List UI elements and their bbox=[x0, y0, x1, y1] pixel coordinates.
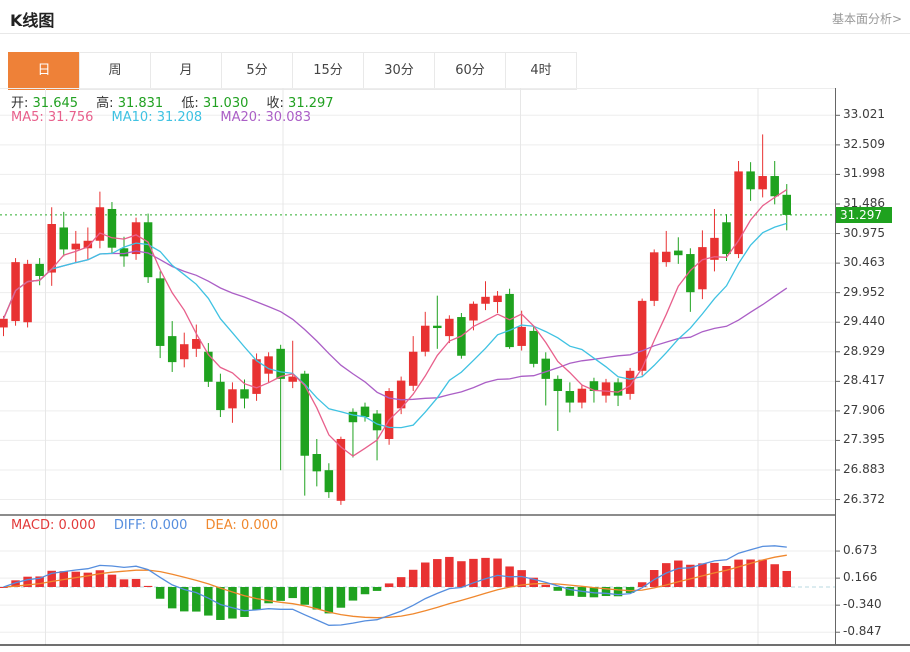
ma5-value: 31.756 bbox=[47, 110, 94, 125]
high-value: 31.831 bbox=[117, 96, 164, 111]
price-axis-label: 28.417 bbox=[843, 373, 885, 388]
price-axis-label: 30.463 bbox=[843, 255, 885, 270]
price-axis-label: 32.509 bbox=[843, 136, 885, 151]
price-axis-label: 31.998 bbox=[843, 166, 885, 181]
macd-label: MACD: bbox=[11, 518, 55, 533]
close-label: 收: bbox=[266, 96, 284, 111]
macd-row: MACD: 0.000 DIFF: 0.000 DEA: 0.000 bbox=[11, 518, 292, 533]
dea-label: DEA: bbox=[205, 518, 237, 533]
price-axis-label: 30.975 bbox=[843, 225, 885, 240]
price-axis-label: 26.883 bbox=[843, 462, 885, 476]
price-axis-label: 29.952 bbox=[843, 284, 885, 299]
ma5-label: MA5: bbox=[11, 110, 44, 125]
price-axis-label: 29.440 bbox=[843, 314, 885, 329]
price-axis-label: 27.906 bbox=[843, 402, 885, 417]
macd-axis-label: -0.340 bbox=[843, 597, 882, 612]
high-label: 高: bbox=[96, 96, 114, 111]
kline-chart[interactable]: 开: 31.645 高: 31.831 低: 31.030 收: 31.297 … bbox=[0, 0, 910, 652]
ma10-label: MA10: bbox=[111, 110, 153, 125]
price-axis-label: 28.929 bbox=[843, 343, 885, 358]
price-axis-label: 26.372 bbox=[843, 491, 885, 506]
diff-label: DIFF: bbox=[113, 518, 147, 533]
price-axis-label: 27.395 bbox=[843, 432, 885, 447]
close-value: 31.297 bbox=[288, 96, 334, 111]
open-value: 31.645 bbox=[32, 96, 79, 111]
macd-axis-label: 0.166 bbox=[843, 570, 878, 585]
open-label: 开: bbox=[11, 96, 29, 111]
ma-row: MA5: 31.756 MA10: 31.208 MA20: 30.083 bbox=[11, 110, 325, 125]
macd-value: 0.000 bbox=[58, 518, 96, 533]
ma10-value: 31.208 bbox=[156, 110, 203, 125]
low-label: 低: bbox=[181, 96, 199, 111]
low-value: 31.030 bbox=[202, 96, 249, 111]
price-axis-label: 33.021 bbox=[843, 107, 885, 122]
last-price-badge: 31.297 bbox=[836, 206, 892, 223]
macd-axis-label: -0.847 bbox=[843, 624, 882, 639]
macd-axis-label: 0.673 bbox=[843, 543, 878, 558]
dea-value: 0.000 bbox=[240, 518, 279, 533]
ma20-value: 30.083 bbox=[265, 110, 312, 125]
ohlc-row: 开: 31.645 高: 31.831 低: 31.030 收: 31.297 bbox=[11, 92, 348, 111]
diff-value: 0.000 bbox=[150, 518, 188, 533]
kline-widget: K线图 基本面分析> 日周月 5分 15分 30分 60分 4时 开: 31.645 高:… bbox=[0, 0, 910, 652]
ma20-label: MA20: bbox=[220, 110, 262, 125]
